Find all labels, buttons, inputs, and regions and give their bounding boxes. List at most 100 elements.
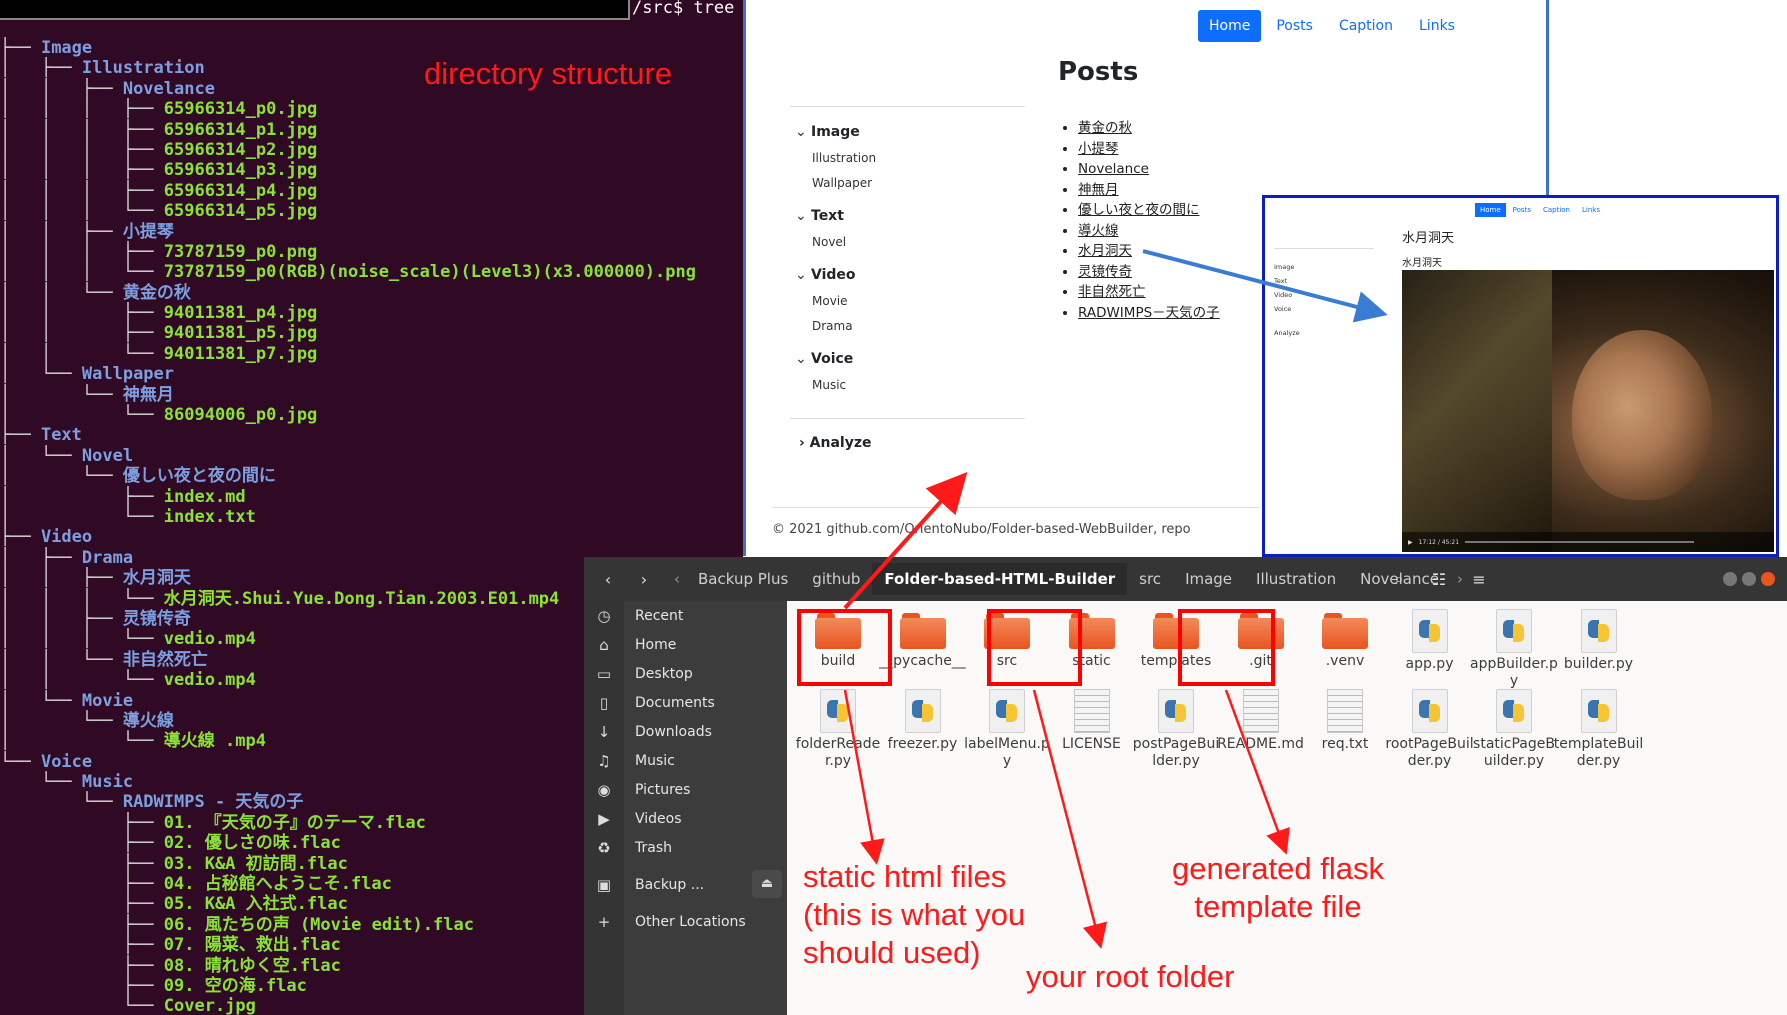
places-item[interactable]: ♫ Music	[584, 746, 787, 776]
file-item[interactable]: builder.py	[1554, 601, 1644, 673]
tree-entry-name: 94011381_p4.jpg	[163, 303, 318, 324]
maximize-icon[interactable]	[1742, 572, 1756, 586]
preview-nav-posts[interactable]: Posts	[1508, 203, 1536, 217]
post-link[interactable]: 導火線	[1078, 221, 1220, 242]
file-item[interactable]: app.py	[1385, 601, 1475, 673]
forward-arrow-icon[interactable]: ›	[628, 563, 660, 595]
video-progress[interactable]	[1465, 541, 1694, 543]
folder-icon	[1322, 613, 1368, 649]
tree-branch: │ └──	[0, 384, 123, 405]
play-icon[interactable]: ▶	[1408, 539, 1413, 546]
sidebar-group-toggle[interactable]: ⌄ Video	[795, 267, 1025, 289]
nav-home[interactable]: Home	[1198, 10, 1262, 42]
tree-entry-name: 94011381_p5.jpg	[163, 323, 318, 344]
preview-nav-links[interactable]: Links	[1577, 203, 1605, 217]
preview-sidebar-item[interactable]: Video	[1274, 288, 1300, 302]
sidebar-group-toggle[interactable]: ⌄ Text	[795, 208, 1025, 230]
places-item[interactable]: ▭ Desktop	[584, 659, 787, 689]
tree-file-entry: │ │ │ ├── 65966314_p3.jpg	[0, 160, 696, 180]
nav-caption[interactable]: Caption	[1328, 10, 1404, 42]
places-item[interactable]: ⌂ Home	[584, 630, 787, 660]
tree-branch: │ │ │ ├──	[0, 180, 164, 201]
text-file-icon	[1073, 689, 1110, 733]
post-link[interactable]: 非自然死亡	[1078, 282, 1220, 303]
sidebar-analyze[interactable]: › Analyze	[799, 435, 871, 451]
path-segment[interactable]: Image	[1173, 563, 1244, 595]
path-segment[interactable]: Illustration	[1244, 563, 1348, 595]
file-item[interactable]: LICENSE	[1047, 681, 1137, 753]
video-player[interactable]: ▶ 17:12 / 45:21	[1402, 270, 1774, 552]
path-segment[interactable]: src	[1127, 563, 1173, 595]
video-controls[interactable]: ▶ 17:12 / 45:21	[1402, 532, 1774, 552]
post-link[interactable]: 黄金の秋	[1078, 118, 1220, 139]
post-link[interactable]: 水月洞天	[1078, 241, 1220, 262]
file-item[interactable]: folderReader.py	[793, 681, 883, 770]
file-item[interactable]: freezer.py	[878, 681, 968, 753]
sidebar-item[interactable]: Movie	[795, 289, 1025, 314]
file-item[interactable]: postPageBuilder.py	[1131, 681, 1221, 770]
preview-sidebar-item[interactable]: Analyze	[1274, 326, 1300, 340]
tree-entry-name: Drama	[81, 547, 134, 568]
sidebar-group-toggle[interactable]: ⌄ Image	[795, 124, 1025, 146]
places-item[interactable]: ▯ Documents	[584, 688, 787, 718]
file-manager-headerbar: ‹ › ‹ Backup Plus github Folder-based-HTML-…	[584, 557, 1787, 601]
tree-branch: │ │ │ ├──	[0, 160, 164, 181]
back-arrow-icon[interactable]: ‹	[592, 563, 624, 595]
post-link[interactable]: Novelance	[1078, 159, 1220, 180]
folder-item[interactable]: .venv	[1300, 601, 1390, 670]
window-controls	[1723, 572, 1775, 586]
sidebar-item[interactable]: Wallpaper	[795, 171, 1025, 196]
file-item[interactable]: templateBuilder.py	[1554, 681, 1644, 770]
post-link[interactable]: 優しい夜と夜の間に	[1078, 200, 1220, 221]
tree-entry-name: 05. K&A 入社式.flac	[163, 894, 348, 915]
post-link[interactable]: 小提琴	[1078, 139, 1220, 160]
post-link[interactable]: RADWIMPS－天気の子	[1078, 303, 1220, 324]
sidebar-item[interactable]: Drama	[795, 314, 1025, 339]
chevron-down-icon: ⌄	[795, 267, 807, 283]
file-item[interactable]: labelMenu.py	[962, 681, 1052, 770]
preview-sidebar: Image Text Video Voice Analyze	[1274, 260, 1300, 340]
preview-nav-caption[interactable]: Caption	[1538, 203, 1575, 217]
eject-icon[interactable]: ⏏	[752, 870, 782, 898]
places-item-label: Trash	[635, 840, 672, 856]
places-item[interactable]: ▶ Videos	[584, 804, 787, 834]
places-item[interactable]: ▣ Backup ... ⏏	[584, 870, 787, 900]
places-item[interactable]: + Other Locations	[584, 907, 787, 937]
places-item[interactable]: ♻ Trash	[584, 833, 787, 863]
tree-entry-name: 03. K&A 初訪問.flac	[163, 853, 348, 874]
file-item[interactable]: rootPageBuilder.py	[1385, 681, 1475, 770]
tree-file-entry: │ └── 86094006_p0.jpg	[0, 405, 696, 425]
path-segment[interactable]: Folder-based-HTML-Builder	[872, 563, 1128, 595]
preview-sidebar-item[interactable]: Text	[1274, 274, 1300, 288]
places-item[interactable]: ↓ Downloads	[584, 717, 787, 747]
music-icon: ♫	[597, 752, 611, 770]
menu-icon[interactable]: ≡	[1462, 563, 1496, 595]
preview-divider	[1274, 248, 1374, 249]
close-icon[interactable]	[1761, 572, 1775, 586]
nav-links[interactable]: Links	[1408, 10, 1466, 42]
path-segment[interactable]: Backup Plus	[686, 563, 800, 595]
preview-sidebar-item[interactable]: Voice	[1274, 302, 1300, 316]
sidebar-group-toggle[interactable]: ⌄ Voice	[795, 351, 1025, 373]
preview-sidebar-item[interactable]: Image	[1274, 260, 1300, 274]
view-toggle-icon[interactable]: ☷	[1422, 563, 1456, 595]
drive-icon: ▣	[596, 876, 612, 894]
file-item[interactable]: staticPageBuilder.py	[1469, 681, 1559, 770]
minimize-icon[interactable]	[1723, 572, 1737, 586]
post-link[interactable]: 神無月	[1078, 180, 1220, 201]
sidebar-item[interactable]: Music	[795, 373, 1025, 398]
post-link[interactable]: 灵镜传奇	[1078, 262, 1220, 283]
preview-nav-home[interactable]: Home	[1475, 203, 1506, 217]
search-icon[interactable]: ⌕	[1382, 563, 1416, 595]
page-footer: © 2021 github.com/OrientoNubo/Folder-bas…	[772, 522, 1191, 537]
nav-posts[interactable]: Posts	[1265, 10, 1324, 42]
places-item[interactable]: ◉ Pictures	[584, 775, 787, 805]
path-scroll-left-icon[interactable]: ‹	[668, 563, 686, 595]
sidebar-item[interactable]: Illustration	[795, 146, 1025, 171]
file-item[interactable]: README.md	[1216, 681, 1306, 753]
file-item[interactable]: appBuilder.py	[1469, 601, 1559, 690]
places-item[interactable]: ◷ Recent	[584, 601, 787, 631]
sidebar-item[interactable]: Novel	[795, 230, 1025, 255]
path-segment[interactable]: github	[800, 563, 872, 595]
file-item[interactable]: req.txt	[1300, 681, 1390, 753]
